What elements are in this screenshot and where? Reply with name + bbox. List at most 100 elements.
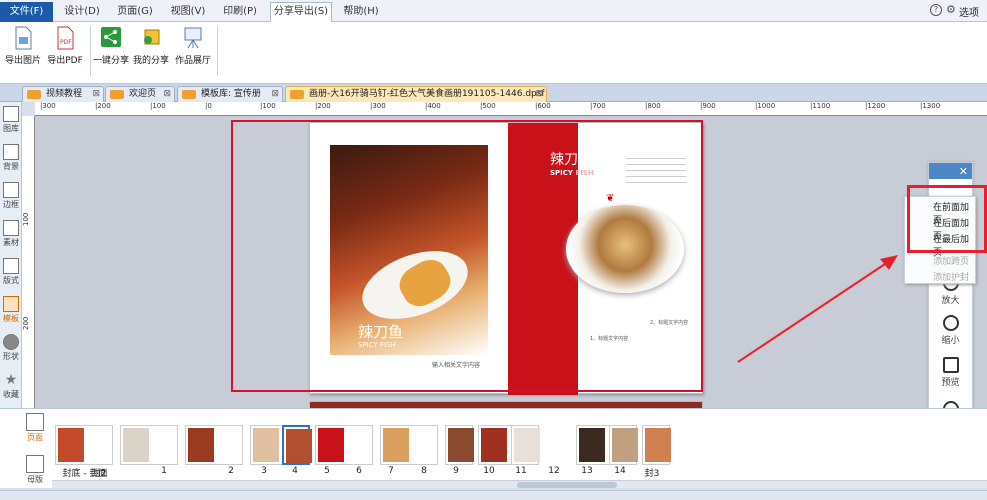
text-block[interactable] — [626, 153, 686, 183]
ruler-label: |800 — [645, 102, 661, 110]
ribbon: 导出图片 PDF 导出PDF 一键分享 我的分享 作品展厅 — [0, 22, 987, 84]
page-thumbnail[interactable] — [445, 425, 474, 465]
tool-label: 形状 — [3, 352, 19, 361]
menu-add-cover[interactable]: 添加护封 — [933, 270, 969, 283]
tab-icon — [182, 90, 196, 99]
vertical-ruler: 100 200 — [22, 116, 35, 408]
thumbnail-label: 7 — [388, 466, 394, 476]
page-thumbnail[interactable] — [185, 425, 243, 465]
gallery-button[interactable]: 作品展厅 — [172, 26, 214, 78]
thumbnail-image — [514, 428, 540, 462]
thumbnail-label: 1 — [161, 466, 167, 476]
template-icon — [3, 296, 19, 312]
tab-pages[interactable]: 页面 — [24, 413, 46, 443]
options-button[interactable]: 选项 — [959, 4, 979, 19]
tool-layout[interactable]: 版式 — [0, 258, 22, 286]
page-thumbnail[interactable] — [315, 425, 373, 465]
close-icon[interactable]: ⊠ — [163, 87, 171, 102]
close-icon[interactable]: ⊠ — [535, 87, 543, 102]
my-share-icon — [144, 29, 160, 45]
close-icon[interactable]: ✕ — [959, 165, 968, 178]
one-click-share-label: 一键分享 — [92, 56, 129, 66]
left-caption[interactable]: 输入相关文字内容 — [432, 360, 480, 369]
tab-template-library[interactable]: 模板库: 宣传册 ⊠ — [177, 86, 283, 102]
tool-label: 背景 — [3, 162, 19, 171]
tool-border[interactable]: 边框 — [0, 182, 22, 210]
menu-print[interactable]: 印刷(P) — [222, 3, 258, 20]
page-thumbnail[interactable] — [380, 425, 438, 465]
tab-label: 画册-大16开骑马钉-红色大气美食画册191105-1446.dpsf — [309, 89, 545, 99]
bowl-image[interactable] — [566, 205, 684, 293]
master-icon — [26, 455, 44, 473]
note-1[interactable]: 1、标题文字内容 — [590, 335, 628, 342]
border-icon — [3, 182, 19, 198]
scrollbar-thumb[interactable] — [517, 482, 617, 488]
preview-button[interactable]: 预览 — [929, 357, 972, 388]
ruler-label: |200 — [95, 102, 111, 110]
thumbnail-image — [481, 428, 507, 462]
page-thumbnail[interactable] — [55, 425, 113, 465]
page-thumbnail[interactable] — [282, 425, 312, 465]
right-subtitle[interactable]: SPICY FISH — [550, 169, 594, 177]
menu-share-export[interactable]: 分享导出(S) — [270, 2, 332, 22]
highlight-box — [907, 185, 987, 253]
tool-shape[interactable]: 形状 — [0, 334, 22, 362]
tool-materials[interactable]: 素材 — [0, 220, 22, 248]
page-spread[interactable]: 辣刀鱼 SPICY FISH 输入相关文字内容 辣刀鱼 SPICY FISH ❦… — [309, 122, 703, 395]
help-icon[interactable]: ? — [930, 4, 942, 16]
page-thumbnail-strip: 页面 母版 封底 - 封面 封2 1 2 3 4 5 6 7 8 9 10 11 12 13 14 封3 — [0, 408, 987, 488]
export-pdf-button[interactable]: PDF 导出PDF — [46, 26, 84, 78]
close-icon[interactable]: ⊠ — [271, 87, 279, 102]
left-title[interactable]: 辣刀鱼 — [358, 321, 403, 342]
tool-template[interactable]: 模板 — [0, 296, 22, 324]
design-canvas[interactable]: 辣刀鱼 SPICY FISH 输入相关文字内容 辣刀鱼 SPICY FISH ❦… — [35, 116, 987, 408]
left-subtitle[interactable]: SPICY FISH — [358, 341, 396, 349]
menu-view[interactable]: 视图(V) — [170, 3, 206, 20]
tab-label: 模板库: 宣传册 — [201, 89, 261, 99]
ruler-label: |1100 — [810, 102, 831, 110]
tool-favorites[interactable]: ★ 收藏 — [0, 372, 22, 400]
tab-label: 欢迎页 — [129, 89, 157, 99]
star-icon: ★ — [4, 372, 18, 388]
page-thumbnail[interactable] — [609, 425, 638, 465]
page-thumbnail[interactable] — [642, 425, 671, 465]
menu-help[interactable]: 帮助(H) — [342, 3, 380, 20]
tool-label: 模板 — [3, 314, 19, 323]
page-thumbnail[interactable] — [120, 425, 178, 465]
tool-gallery[interactable]: 图库 — [0, 106, 22, 134]
thumbnail-image — [188, 428, 214, 462]
tab-current-document[interactable]: 画册-大16开骑马钉-红色大气美食画册191105-1446.dpsf ⊠ — [285, 86, 547, 102]
right-subtitle-a: SPICY — [550, 169, 573, 177]
menu-design[interactable]: 设计(D) — [64, 3, 100, 20]
gear-icon[interactable]: ⚙ — [946, 4, 958, 16]
next-page-preview[interactable] — [309, 401, 703, 408]
thumbnail-image — [58, 428, 84, 462]
book-icon — [942, 357, 959, 373]
ruler-label: |600 — [535, 102, 551, 110]
menu-add-spread[interactable]: 添加跨页 — [933, 254, 969, 267]
thumbnail-label: 封3 — [644, 469, 660, 479]
tool-background[interactable]: 背景 — [0, 144, 22, 172]
export-image-button[interactable]: 导出图片 — [4, 26, 42, 78]
thumbnail-label: 5 — [324, 466, 330, 476]
one-click-share-button[interactable]: 一键分享 — [92, 26, 130, 78]
picture-icon — [3, 106, 19, 122]
export-image-label: 导出图片 — [4, 56, 41, 66]
menu-page[interactable]: 页面(G) — [116, 3, 154, 20]
tool-label: 收藏 — [3, 390, 19, 399]
right-title[interactable]: 辣刀鱼 — [550, 149, 592, 169]
ruler-label: |200 — [315, 102, 331, 110]
horizontal-scrollbar[interactable] — [52, 480, 987, 488]
ruler-label: |300 — [370, 102, 386, 110]
my-share-button[interactable]: 我的分享 — [132, 26, 170, 78]
tab-welcome[interactable]: 欢迎页 ⊠ — [105, 86, 175, 102]
food-photo[interactable]: 辣刀鱼 SPICY FISH — [330, 145, 488, 355]
zoom-out-button[interactable]: 缩小 — [929, 315, 972, 346]
tab-master[interactable]: 母版 — [24, 455, 46, 485]
note-2[interactable]: 2、标题文字内容 — [650, 319, 688, 326]
thumbnail-label: 9 — [453, 466, 459, 476]
close-icon[interactable]: ⊠ — [92, 87, 100, 102]
page-thumbnail[interactable] — [511, 425, 540, 465]
tab-video-tutorial[interactable]: 视频教程 ⊠ — [22, 86, 104, 102]
menu-file[interactable]: 文件(F) — [0, 2, 53, 22]
